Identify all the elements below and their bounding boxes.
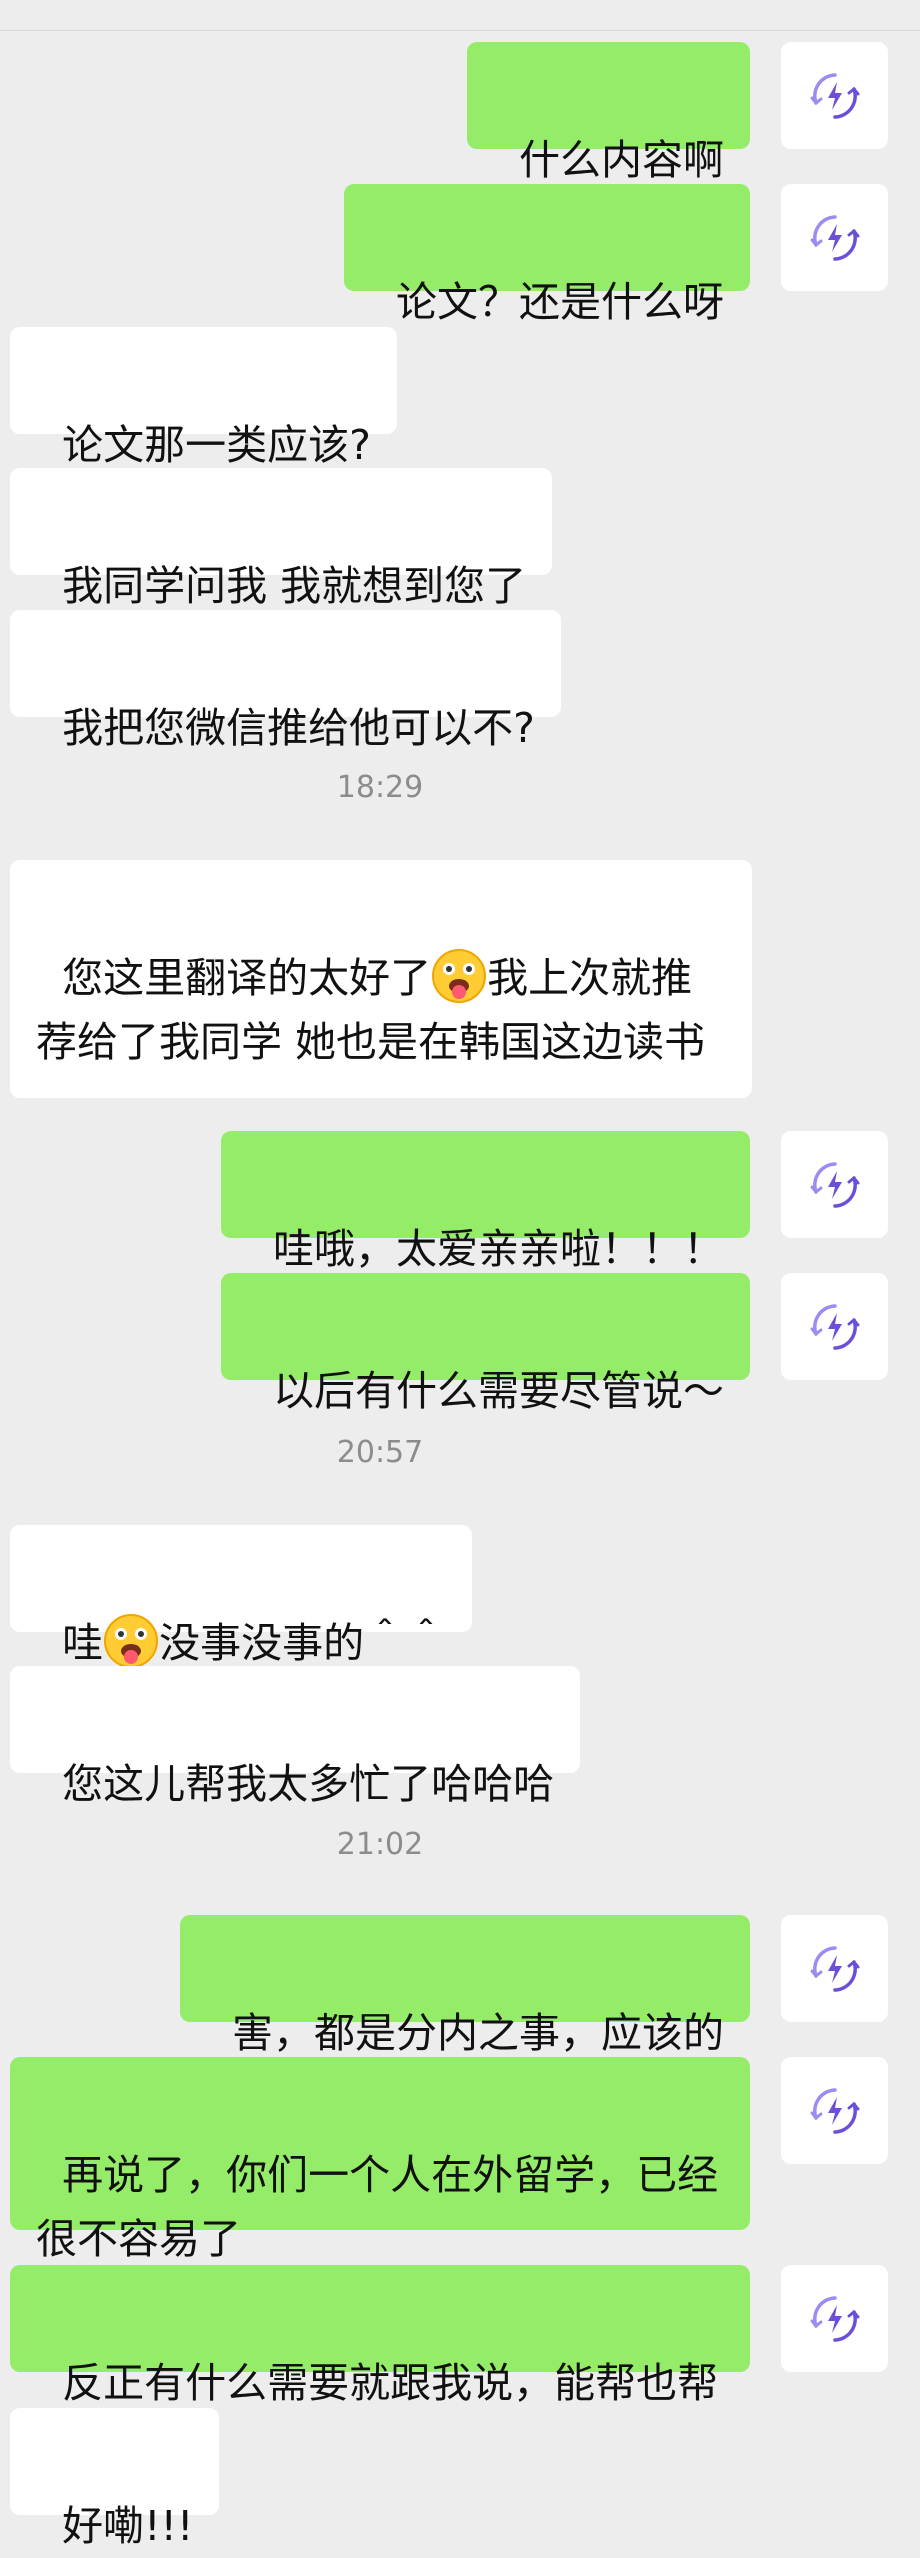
self-avatar[interactable] — [781, 1273, 888, 1380]
message-bubble-received[interactable]: 好嘞!!! — [10, 2408, 220, 2550]
message-text: 以后有什么需要尽管说～ — [273, 1367, 724, 1415]
lightning-refresh-icon — [810, 72, 859, 119]
lightning-refresh-icon — [810, 1303, 859, 1350]
message-text: 再说了，你们一个人在外留学，已经很不容易了 — [36, 2151, 719, 2263]
message-bubble-sent[interactable]: 反正有什么需要就跟我说，能帮也帮 — [10, 2265, 750, 2407]
timestamp: 18:29 — [336, 770, 424, 805]
message-bubble-received[interactable]: 论文那一类应该? — [10, 327, 397, 469]
message-text: 没事没事的＾＾ — [159, 1619, 447, 1667]
lightning-refresh-icon — [810, 2295, 859, 2342]
message-text: 您这儿帮我太多忙了哈哈哈 — [62, 1760, 555, 1808]
message-bubble-sent[interactable]: 以后有什么需要尽管说～ — [220, 1273, 750, 1415]
message-bubble-received[interactable]: 我把您微信推给他可以不? — [10, 610, 561, 752]
message-bubble-sent[interactable]: 害，都是分内之事，应该的 — [179, 1915, 750, 2057]
self-avatar[interactable] — [781, 42, 888, 149]
tongue-out-emoji — [104, 1614, 159, 1668]
message-bubble-sent[interactable]: 论文？还是什么呀 — [343, 184, 750, 326]
message-bubble-received[interactable]: 您这里翻译的太好了 我上次就推荐给了我同学 她也是在韩国这边读书 — [10, 860, 752, 1098]
self-avatar[interactable] — [781, 2265, 888, 2372]
timestamp: 20:57 — [336, 1435, 424, 1470]
message-bubble-received[interactable]: 哇 没事没事的＾＾ — [10, 1525, 473, 1668]
message-text: 什么内容啊 — [519, 136, 724, 184]
lightning-refresh-icon — [810, 2087, 859, 2134]
message-text: 哇哦，太爱亲亲啦！！！ — [273, 1225, 724, 1273]
self-avatar[interactable] — [781, 2057, 888, 2164]
lightning-refresh-icon — [810, 1161, 859, 1208]
message-text: 哇 — [62, 1619, 104, 1667]
message-text: 论文那一类应该? — [62, 421, 371, 469]
tongue-out-emoji — [432, 949, 487, 1003]
self-avatar[interactable] — [781, 184, 888, 291]
message-bubble-received[interactable]: 我同学问我 我就想到您了 — [10, 468, 553, 610]
message-text: 反正有什么需要就跟我说，能帮也帮 — [62, 2359, 719, 2407]
top-divider — [0, 30, 920, 31]
self-avatar[interactable] — [781, 1131, 888, 1238]
lightning-refresh-icon — [810, 214, 859, 261]
message-text: 我把您微信推给他可以不? — [62, 704, 535, 752]
message-text: 害，都是分内之事，应该的 — [232, 2009, 724, 2057]
message-text: 论文？还是什么呀 — [396, 278, 724, 326]
message-text: 您这里翻译的太好了 — [62, 954, 432, 1002]
lightning-refresh-icon — [810, 1945, 859, 1992]
message-bubble-sent[interactable]: 再说了，你们一个人在外留学，已经很不容易了 — [10, 2057, 750, 2263]
self-avatar[interactable] — [781, 1915, 888, 2022]
message-bubble-sent[interactable]: 哇哦，太爱亲亲啦！！！ — [220, 1131, 750, 1331]
message-text: 我同学问我 我就想到您了 — [62, 562, 527, 610]
timestamp: 21:02 — [336, 1827, 424, 1862]
message-bubble-sent[interactable]: 什么内容啊 — [466, 42, 750, 184]
message-bubble-received[interactable]: 您这儿帮我太多忙了哈哈哈 — [10, 1666, 581, 1808]
message-text: 好嘞!!! — [62, 2502, 194, 2550]
